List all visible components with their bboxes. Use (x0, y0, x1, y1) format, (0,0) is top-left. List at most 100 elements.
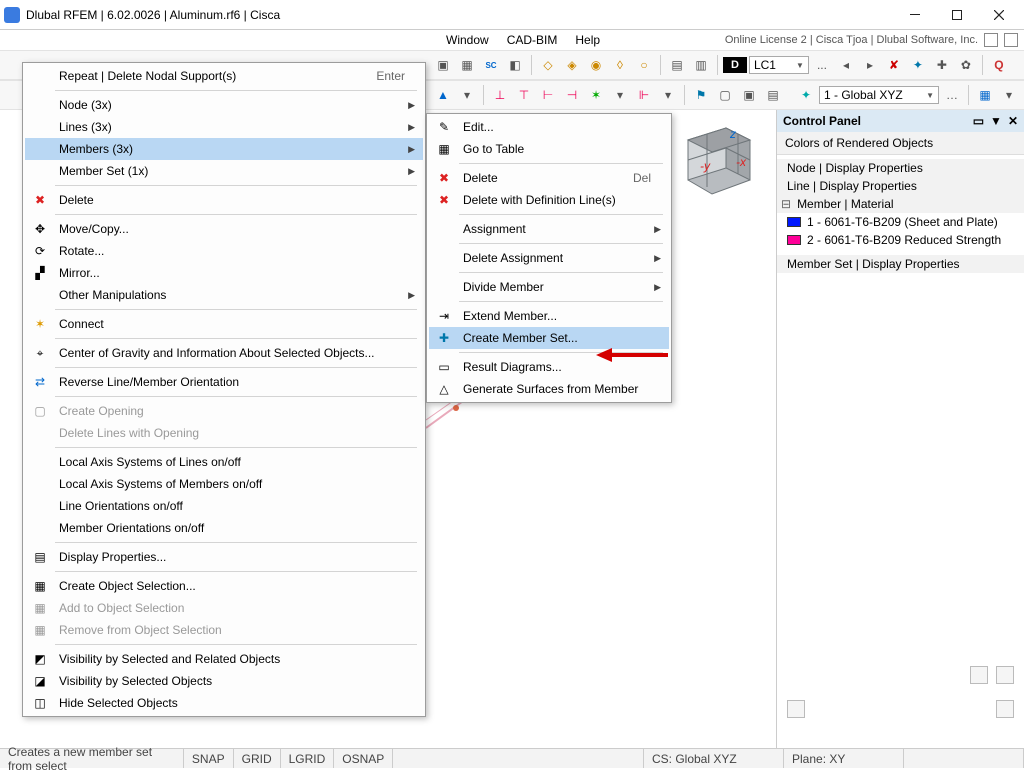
ctx-localaxis-lines[interactable]: Local Axis Systems of Lines on/off (25, 451, 423, 473)
ctx-connect[interactable]: ✶Connect (25, 313, 423, 335)
panel-memberset-header[interactable]: Member Set | Display Properties (777, 255, 1024, 273)
tb2-sq1[interactable]: ▢ (714, 84, 736, 106)
panel-member-header[interactable]: ⊟Member | Material (777, 195, 1024, 213)
tb2-m2[interactable]: ⊤ (513, 84, 535, 106)
tb2-dots[interactable]: … (941, 84, 963, 106)
ctx-member-orient[interactable]: Member Orientations on/off (25, 517, 423, 539)
panel-undock-icon[interactable]: ▭ (973, 114, 984, 128)
ctx-line-orient[interactable]: Line Orientations on/off (25, 495, 423, 517)
maximize-button[interactable] (936, 1, 978, 29)
sub-generate-surfaces[interactable]: △Generate Surfaces from Member (429, 378, 669, 400)
tb-lasso-1[interactable]: ◇ (537, 54, 559, 76)
ctx-move[interactable]: ✥Move/Copy... (25, 218, 423, 240)
tb-r1-sc[interactable]: SC (480, 54, 502, 76)
tb-grid-1[interactable]: ▤ (666, 54, 688, 76)
panel-footer-ic-4[interactable] (996, 700, 1014, 718)
tb-lasso-2[interactable]: ◈ (561, 54, 583, 76)
sub-extend-member[interactable]: ⇥Extend Member... (429, 305, 669, 327)
sub-delete-assignment[interactable]: Delete Assignment▶ (429, 247, 669, 269)
tb-r1-1[interactable]: ▣ (432, 54, 454, 76)
view-cube[interactable]: -y -x z (670, 116, 760, 206)
ctx-memberset[interactable]: Member Set (1x)▶ (25, 160, 423, 182)
panel-footer-ic-3[interactable] (787, 700, 805, 718)
sub-delete[interactable]: ✖DeleteDel (429, 167, 669, 189)
status-lgrid[interactable]: LGRID (281, 749, 335, 768)
ctx-repeat[interactable]: Repeat | Delete Nodal Support(s)Enter (25, 65, 423, 87)
tb2-m6[interactable]: ▾ (609, 84, 631, 106)
status-osnap[interactable]: OSNAP (334, 749, 393, 768)
menu-window[interactable]: Window (438, 31, 497, 49)
tb-search[interactable]: Q (988, 54, 1010, 76)
delete-icon: ✖ (29, 192, 51, 208)
tb2-m1[interactable]: ⊥ (489, 84, 511, 106)
status-grid[interactable]: GRID (234, 749, 281, 768)
tb2-2[interactable]: ▾ (456, 84, 478, 106)
ctx-rotate[interactable]: ⟳Rotate... (25, 240, 423, 262)
tb2-m5[interactable]: ✶ (585, 84, 607, 106)
ctx-manipulations[interactable]: Other Manipulations▶ (25, 284, 423, 306)
coord-system-combo[interactable]: 1 - Global XYZ▼ (819, 86, 939, 104)
menubar-util-2[interactable] (1004, 33, 1018, 47)
legend-item-1[interactable]: 1 - 6061-T6-B209 (Sheet and Plate) (777, 213, 1024, 231)
tb2-end2[interactable]: ▾ (998, 84, 1020, 106)
ctx-vis-related[interactable]: ◩Visibility by Selected and Related Obje… (25, 648, 423, 670)
tb-axis[interactable]: ✦ (907, 54, 929, 76)
lc-dots[interactable]: ... (811, 54, 833, 76)
tb-misc1[interactable]: ✚ (931, 54, 953, 76)
ctx-node[interactable]: Node (3x)▶ (25, 94, 423, 116)
panel-footer-ic-1[interactable] (970, 666, 988, 684)
tb2-sq2[interactable]: ▣ (738, 84, 760, 106)
lc-next[interactable]: ▸ (859, 54, 881, 76)
panel-footer-ic-2[interactable] (996, 666, 1014, 684)
tb-lasso-3[interactable]: ◉ (585, 54, 607, 76)
ctx-create-sel[interactable]: ▦Create Object Selection... (25, 575, 423, 597)
status-snap[interactable]: SNAP (184, 749, 234, 768)
tb2-end1[interactable]: ▦ (974, 84, 996, 106)
sub-edit[interactable]: ✎Edit... (429, 116, 669, 138)
tb-r1-2[interactable]: ▦ (456, 54, 478, 76)
tb2-m3[interactable]: ⊢ (537, 84, 559, 106)
tb2-1[interactable]: ▲ (432, 84, 454, 106)
ctx-vis-selected[interactable]: ◪Visibility by Selected Objects (25, 670, 423, 692)
legend-item-2[interactable]: 2 - 6061-T6-B209 Reduced Strength (777, 231, 1024, 249)
tb-grid-2[interactable]: ▥ (690, 54, 712, 76)
close-button[interactable] (978, 1, 1020, 29)
lc-prev[interactable]: ◂ (835, 54, 857, 76)
connect-icon: ✶ (29, 316, 51, 332)
tb-lasso-4[interactable]: ◊ (609, 54, 631, 76)
status-cs: CS: Global XYZ (644, 749, 784, 768)
tb-lasso-5[interactable]: ○ (633, 54, 655, 76)
menubar-util-1[interactable] (984, 33, 998, 47)
panel-line-header[interactable]: Line | Display Properties (777, 177, 1024, 195)
ctx-localaxis-members[interactable]: Local Axis Systems of Members on/off (25, 473, 423, 495)
sub-assignment[interactable]: Assignment▶ (429, 218, 669, 240)
tb-r1-3[interactable]: ◧ (504, 54, 526, 76)
ctx-hide-selected[interactable]: ◫Hide Selected Objects (25, 692, 423, 714)
ctx-reverse[interactable]: ⇄Reverse Line/Member Orientation (25, 371, 423, 393)
ctx-lines[interactable]: Lines (3x)▶ (25, 116, 423, 138)
ctx-members[interactable]: Members (3x)▶ (25, 138, 423, 160)
sub-goto-table[interactable]: ▦Go to Table (429, 138, 669, 160)
tb-misc2[interactable]: ✿ (955, 54, 977, 76)
panel-node-header[interactable]: Node | Display Properties (777, 159, 1024, 177)
sub-divide-member[interactable]: Divide Member▶ (429, 276, 669, 298)
panel-pin-icon[interactable]: ▼ (990, 114, 1002, 128)
tb2-m7[interactable]: ⊩ (633, 84, 655, 106)
tb-pin[interactable]: ✘ (883, 54, 905, 76)
tb2-flag[interactable]: ⚑ (690, 84, 712, 106)
minimize-button[interactable] (894, 1, 936, 29)
panel-close-icon[interactable]: ✕ (1008, 114, 1018, 128)
sub-delete-defline[interactable]: ✖Delete with Definition Line(s) (429, 189, 669, 211)
ctx-delete[interactable]: ✖Delete (25, 189, 423, 211)
tb2-m4[interactable]: ⊣ (561, 84, 583, 106)
ctx-mirror[interactable]: ▞Mirror... (25, 262, 423, 284)
loadcase-combo[interactable]: LC1▼ (749, 56, 809, 74)
tb2-cs-icon[interactable]: ✦ (795, 84, 817, 106)
tb2-sq3[interactable]: ▤ (762, 84, 784, 106)
display-icon: ▤ (29, 549, 51, 565)
ctx-display-props[interactable]: ▤Display Properties... (25, 546, 423, 568)
ctx-center-gravity[interactable]: ⌖Center of Gravity and Information About… (25, 342, 423, 364)
tb2-m8[interactable]: ▾ (657, 84, 679, 106)
menu-cadbim[interactable]: CAD-BIM (499, 31, 566, 49)
menu-help[interactable]: Help (567, 31, 608, 49)
